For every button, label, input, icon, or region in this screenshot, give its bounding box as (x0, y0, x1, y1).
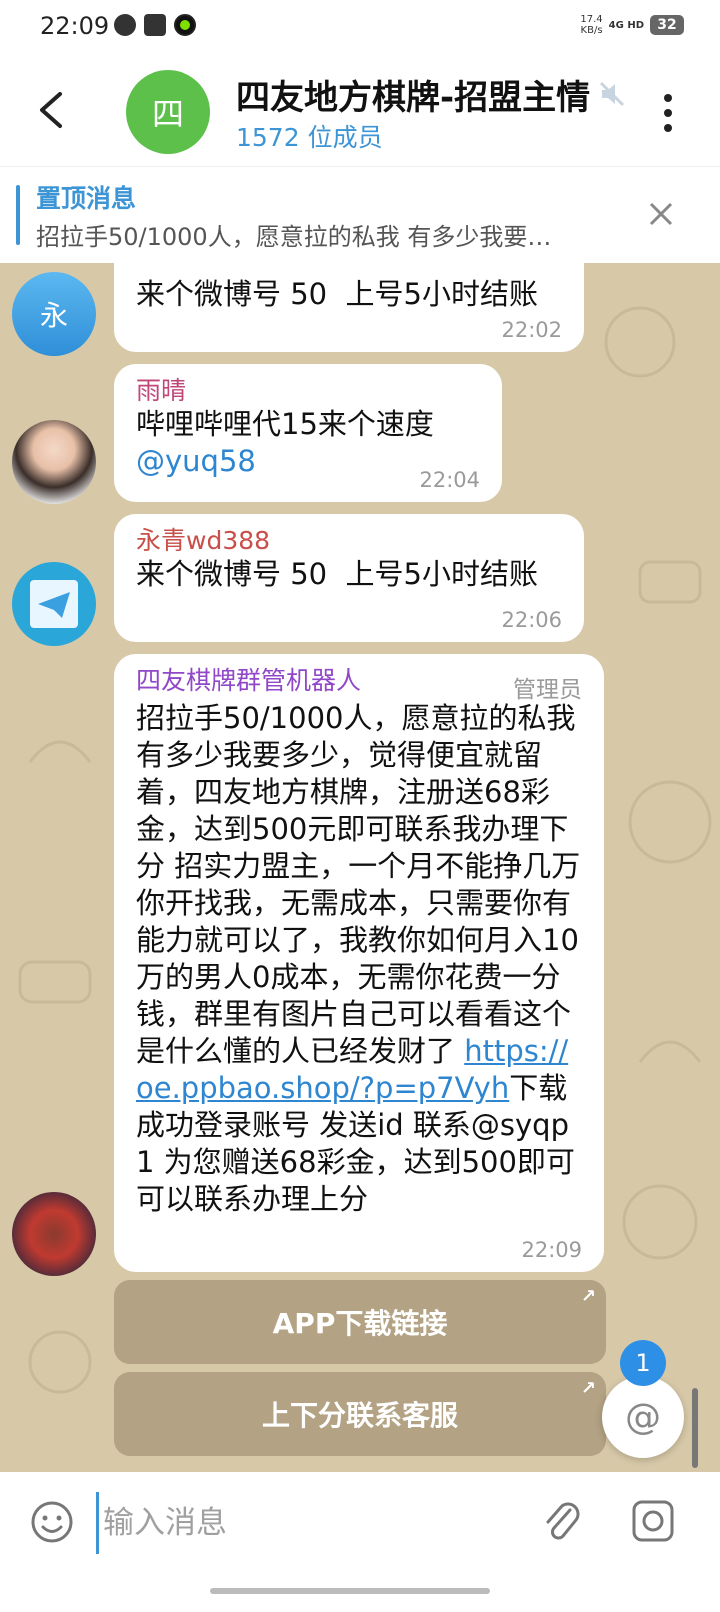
message-time: 22:06 (501, 608, 562, 632)
external-link-icon: ↗ (580, 1286, 596, 1307)
net-speed-value: 17.4 (580, 14, 603, 25)
at-icon: @ (625, 1396, 661, 1438)
message-time: 22:04 (419, 468, 480, 492)
emoji-icon[interactable] (30, 1500, 74, 1544)
status-time: 22:09 (40, 12, 110, 40)
app-notification-icon (174, 14, 196, 36)
chat-notification-icon (114, 14, 136, 36)
group-avatar[interactable]: 四 (126, 70, 210, 154)
paperclip-icon[interactable] (540, 1498, 584, 1546)
app-download-button[interactable]: APP下载链接 ↗ (114, 1280, 606, 1364)
customer-service-button[interactable]: 上下分联系客服 ↗ (114, 1372, 606, 1456)
scrollbar[interactable] (692, 1388, 698, 1468)
message-bubble[interactable]: 来个微博号 50 上号5小时结账 22:02 (114, 258, 584, 352)
mention-jump-button[interactable]: @ (602, 1376, 684, 1458)
avatar[interactable] (12, 1192, 96, 1276)
gesture-navigation-bar[interactable] (210, 1588, 490, 1594)
pinned-indicator (16, 185, 20, 245)
message-bubble[interactable]: 雨晴 哔哩哔哩代15来个速度 @yuq58 22:04 (114, 364, 502, 502)
signal-icon: 4G HD (608, 19, 644, 31)
pinned-message[interactable]: 置顶消息 招拉手50/1000人，愿意拉的私我 有多少我要… (0, 166, 720, 263)
back-arrow-icon[interactable] (36, 90, 66, 130)
net-speed-unit: KB/s (580, 25, 603, 36)
member-count[interactable]: 1572 位成员 (236, 118, 383, 154)
message-time: 22:09 (521, 1238, 582, 1262)
button-label: 上下分联系客服 (261, 1399, 458, 1432)
sender-name[interactable]: 永青wd388 (136, 526, 562, 556)
notification-icons (114, 14, 196, 36)
close-icon[interactable] (648, 201, 674, 227)
message-text: 哔哩哔哩代15来个速度 (136, 407, 434, 441)
camera-icon[interactable] (630, 1498, 676, 1544)
button-label: APP下载链接 (272, 1307, 448, 1340)
message-bubble[interactable]: 四友棋牌群管机器人 管理员 招拉手50/1000人，愿意拉的私我 有多少我要多少… (114, 654, 604, 1272)
pinned-title: 置顶消息 (36, 184, 137, 213)
external-link-icon: ↗ (580, 1378, 596, 1399)
message-time: 22:02 (501, 318, 562, 342)
pinned-text: 招拉手50/1000人，愿意拉的私我 有多少我要… (36, 223, 552, 251)
message-text-part: 招拉手50/1000人，愿意拉的私我 有多少我要多少，觉得便宜就留着，四友地方棋… (136, 701, 585, 1068)
message-text: 来个微博号 50 上号5小时结账 (136, 277, 539, 311)
message-bubble[interactable]: 永青wd388 来个微博号 50 上号5小时结账 22:06 (114, 514, 584, 642)
unread-mention-badge: 1 (620, 1340, 666, 1386)
sender-name[interactable]: 雨晴 (136, 376, 480, 406)
net-speed: 17.4 KB/s (580, 14, 602, 36)
status-right: 17.4 KB/s 4G HD 32 (580, 14, 684, 36)
battery-icon: 32 (650, 15, 684, 35)
avatar[interactable] (12, 420, 96, 504)
mute-icon (599, 81, 625, 107)
admin-badge: 管理员 (513, 677, 582, 703)
group-title[interactable]: 四友地方棋牌-招盟主情 (236, 70, 596, 116)
avatar[interactable] (12, 562, 96, 646)
avatar[interactable]: 永 (12, 272, 96, 356)
more-menu-icon[interactable] (664, 94, 672, 132)
chat-header: 四 四友地方棋牌-招盟主情 1572 位成员 (0, 56, 720, 166)
message-text: 来个微博号 50 上号5小时结账 (136, 557, 539, 591)
message-text: 招拉手50/1000人，愿意拉的私我 有多少我要多少，觉得便宜就留着，四友地方棋… (136, 700, 582, 1218)
message-input[interactable] (96, 1492, 525, 1554)
status-bar: 22:09 17.4 KB/s 4G HD 32 (0, 0, 720, 56)
wallet-notification-icon (144, 14, 166, 36)
telegram-icon (30, 580, 78, 628)
